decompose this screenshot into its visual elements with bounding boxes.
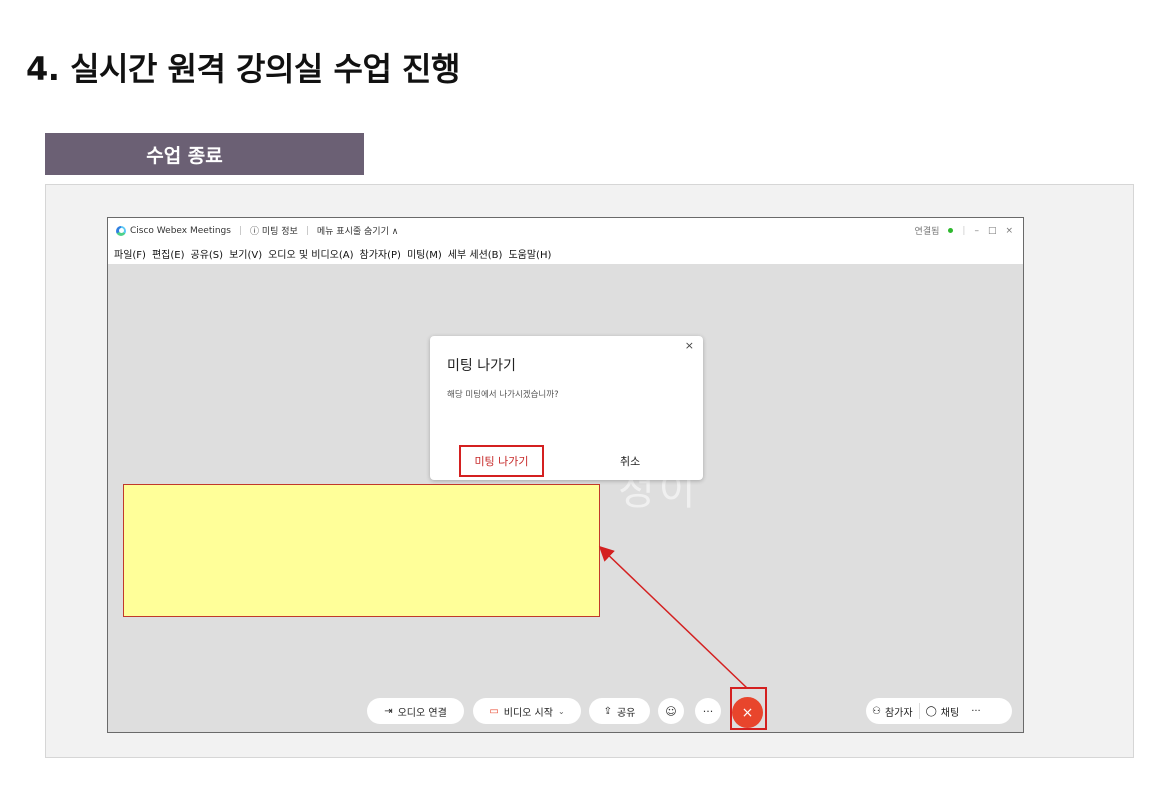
annotation-arrow: [598, 545, 748, 689]
